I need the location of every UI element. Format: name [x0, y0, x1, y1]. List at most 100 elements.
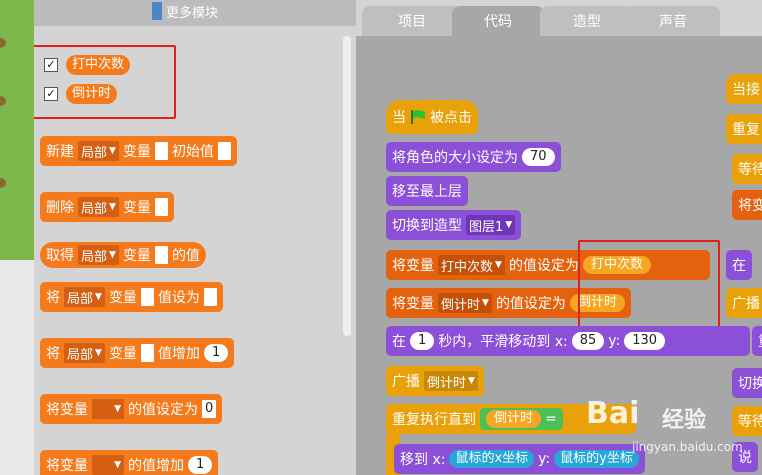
block-text: 值增加: [157, 346, 200, 362]
scope-dropdown[interactable]: 局部 ▼: [78, 141, 119, 161]
block-text: 在: [732, 258, 746, 274]
script2-glide[interactable]: 在: [726, 250, 752, 280]
block-palette: 更多模块 ✓ 打中次数 ✓ 倒计时 新建 局部 ▼ 变量 初始值 删除 局部 ▼ 变…: [34, 0, 356, 475]
block-text: 的值: [171, 248, 200, 264]
increment-input[interactable]: 1: [188, 456, 213, 474]
block-text: 的值设定为: [508, 258, 579, 274]
stage-sprite-dot: [0, 96, 6, 106]
tab-label: 项目: [398, 14, 426, 30]
block-text: 切换: [738, 376, 762, 392]
block-text: 删除: [46, 200, 74, 216]
operator-text: =: [545, 411, 557, 427]
scope-dropdown[interactable]: 局部 ▼: [78, 197, 119, 217]
block-delete-variable[interactable]: 删除 局部 ▼ 变量: [40, 192, 174, 222]
block-switch-costume[interactable]: 切换到造型 图层1 ▼: [386, 210, 522, 240]
block-text: 变量: [108, 346, 137, 362]
block-text: 将: [46, 290, 60, 306]
script2-repeat-inner[interactable]: 重: [752, 326, 762, 356]
script2-hat[interactable]: 当接: [726, 74, 762, 104]
stage-footer: [0, 260, 34, 475]
script2-set-var[interactable]: 将变: [732, 190, 762, 220]
variable-value: 打中次数: [441, 259, 494, 275]
block-get-variable[interactable]: 取得 局部 ▼ 变量 的值: [40, 242, 206, 268]
scope-dropdown[interactable]: 局部 ▼: [64, 287, 105, 307]
watermark-url: jingyan.baidu.com: [632, 440, 743, 454]
script2-wait[interactable]: 等待: [732, 154, 762, 184]
timer-reporter[interactable]: 倒计时: [486, 410, 542, 428]
scope-value: 局部: [67, 347, 94, 363]
block-set-variable[interactable]: 将变量 ▼ 的值设定为 0: [40, 394, 223, 424]
block-text: 的值增加: [128, 458, 184, 474]
block-text: 切换到造型: [392, 218, 462, 234]
name-input[interactable]: [154, 198, 168, 216]
script2-wait2[interactable]: 等待: [732, 406, 762, 436]
block-increase-variable[interactable]: 将变量 ▼ 的值增加 1: [40, 450, 219, 475]
y-input[interactable]: 130: [624, 332, 666, 350]
block-text: 变量: [122, 248, 151, 264]
block-new-variable[interactable]: 新建 局部 ▼ 变量 初始值: [40, 136, 237, 166]
script2-broadcast[interactable]: 广播: [726, 288, 762, 318]
block-text: 将: [46, 346, 60, 362]
variable-dropdown[interactable]: ▼: [92, 455, 124, 475]
block-text: 的值设定为: [128, 402, 198, 418]
watermark-paw: 经验: [662, 408, 707, 433]
tab-code[interactable]: 代码: [452, 6, 544, 36]
stage-sprite-dot: [0, 178, 6, 188]
block-text: 重复: [732, 122, 760, 138]
value-input[interactable]: 0: [202, 400, 217, 418]
block-set-size[interactable]: 将角色的大小设定为 70: [386, 142, 561, 172]
scope-dropdown[interactable]: 局部 ▼: [64, 343, 105, 363]
script2-repeat[interactable]: 重复: [726, 114, 762, 144]
block-text: 等待: [738, 414, 762, 430]
block-text: 被点击: [430, 110, 472, 126]
block-text: 将变量: [392, 258, 434, 274]
block-text: 等待: [738, 162, 762, 178]
tab-sounds[interactable]: 声音: [626, 6, 720, 36]
variable-dropdown[interactable]: 打中次数 ▼: [438, 255, 505, 275]
block-text: 当: [392, 110, 406, 126]
script2-switch[interactable]: 切换: [732, 368, 762, 398]
more-modules-button[interactable]: 更多模块: [152, 1, 218, 21]
block-go-to-front[interactable]: 移至最上层: [386, 176, 468, 206]
seconds-input[interactable]: 1: [410, 332, 435, 350]
condition-slot[interactable]: 倒计时 =: [480, 408, 563, 430]
block-broadcast[interactable]: 广播 倒计时 ▼: [386, 366, 484, 396]
costume-value: 图层1: [469, 219, 504, 235]
block-text: 值设为: [157, 290, 200, 306]
block-increase-local-variable[interactable]: 将 局部 ▼ 变量 值增加 1: [40, 338, 235, 368]
block-text: 取得: [46, 248, 74, 264]
value-input[interactable]: [203, 288, 217, 306]
name-input[interactable]: [154, 142, 168, 160]
highlight-box-variables: [34, 45, 176, 119]
tab-costumes[interactable]: 造型: [540, 6, 634, 36]
name-input[interactable]: [140, 288, 154, 306]
increment-input[interactable]: 1: [203, 344, 229, 362]
palette-scrollbar[interactable]: [343, 36, 351, 336]
name-input[interactable]: [154, 246, 168, 264]
mouse-x-reporter[interactable]: 鼠标的x坐标: [449, 450, 535, 468]
message-dropdown[interactable]: 倒计时 ▼: [424, 371, 478, 391]
tab-label: 代码: [484, 14, 512, 30]
size-input[interactable]: 70: [522, 148, 555, 166]
watermark-brand: Bai: [586, 396, 640, 431]
block-set-local-variable[interactable]: 将 局部 ▼ 变量 值设为: [40, 282, 223, 312]
variable-dropdown[interactable]: ▼: [92, 399, 124, 419]
scope-value: 局部: [81, 145, 108, 161]
x-input[interactable]: 85: [571, 332, 605, 350]
tab-label: 声音: [659, 14, 687, 30]
costume-dropdown[interactable]: 图层1 ▼: [466, 215, 516, 235]
variable-dropdown[interactable]: 倒计时 ▼: [438, 293, 492, 313]
block-glide[interactable]: 在 1 秒内，平滑移动到 x: 85 y: 130: [386, 326, 750, 356]
scope-dropdown[interactable]: 局部 ▼: [78, 245, 119, 265]
block-text: 初始值: [171, 144, 214, 160]
tab-project[interactable]: 项目: [362, 6, 462, 36]
block-text: 将变量: [392, 296, 434, 312]
scope-value: 局部: [81, 201, 108, 217]
block-move-to[interactable]: 移到 x: 鼠标的x坐标 y: 鼠标的y坐标: [394, 444, 645, 474]
name-input[interactable]: [140, 344, 154, 362]
green-flag-icon: [411, 110, 425, 124]
block-when-flag-clicked[interactable]: 当 被点击: [386, 100, 478, 134]
init-input[interactable]: [217, 142, 231, 160]
message-value: 倒计时: [427, 375, 467, 391]
mouse-y-reporter[interactable]: 鼠标的y坐标: [554, 450, 639, 468]
